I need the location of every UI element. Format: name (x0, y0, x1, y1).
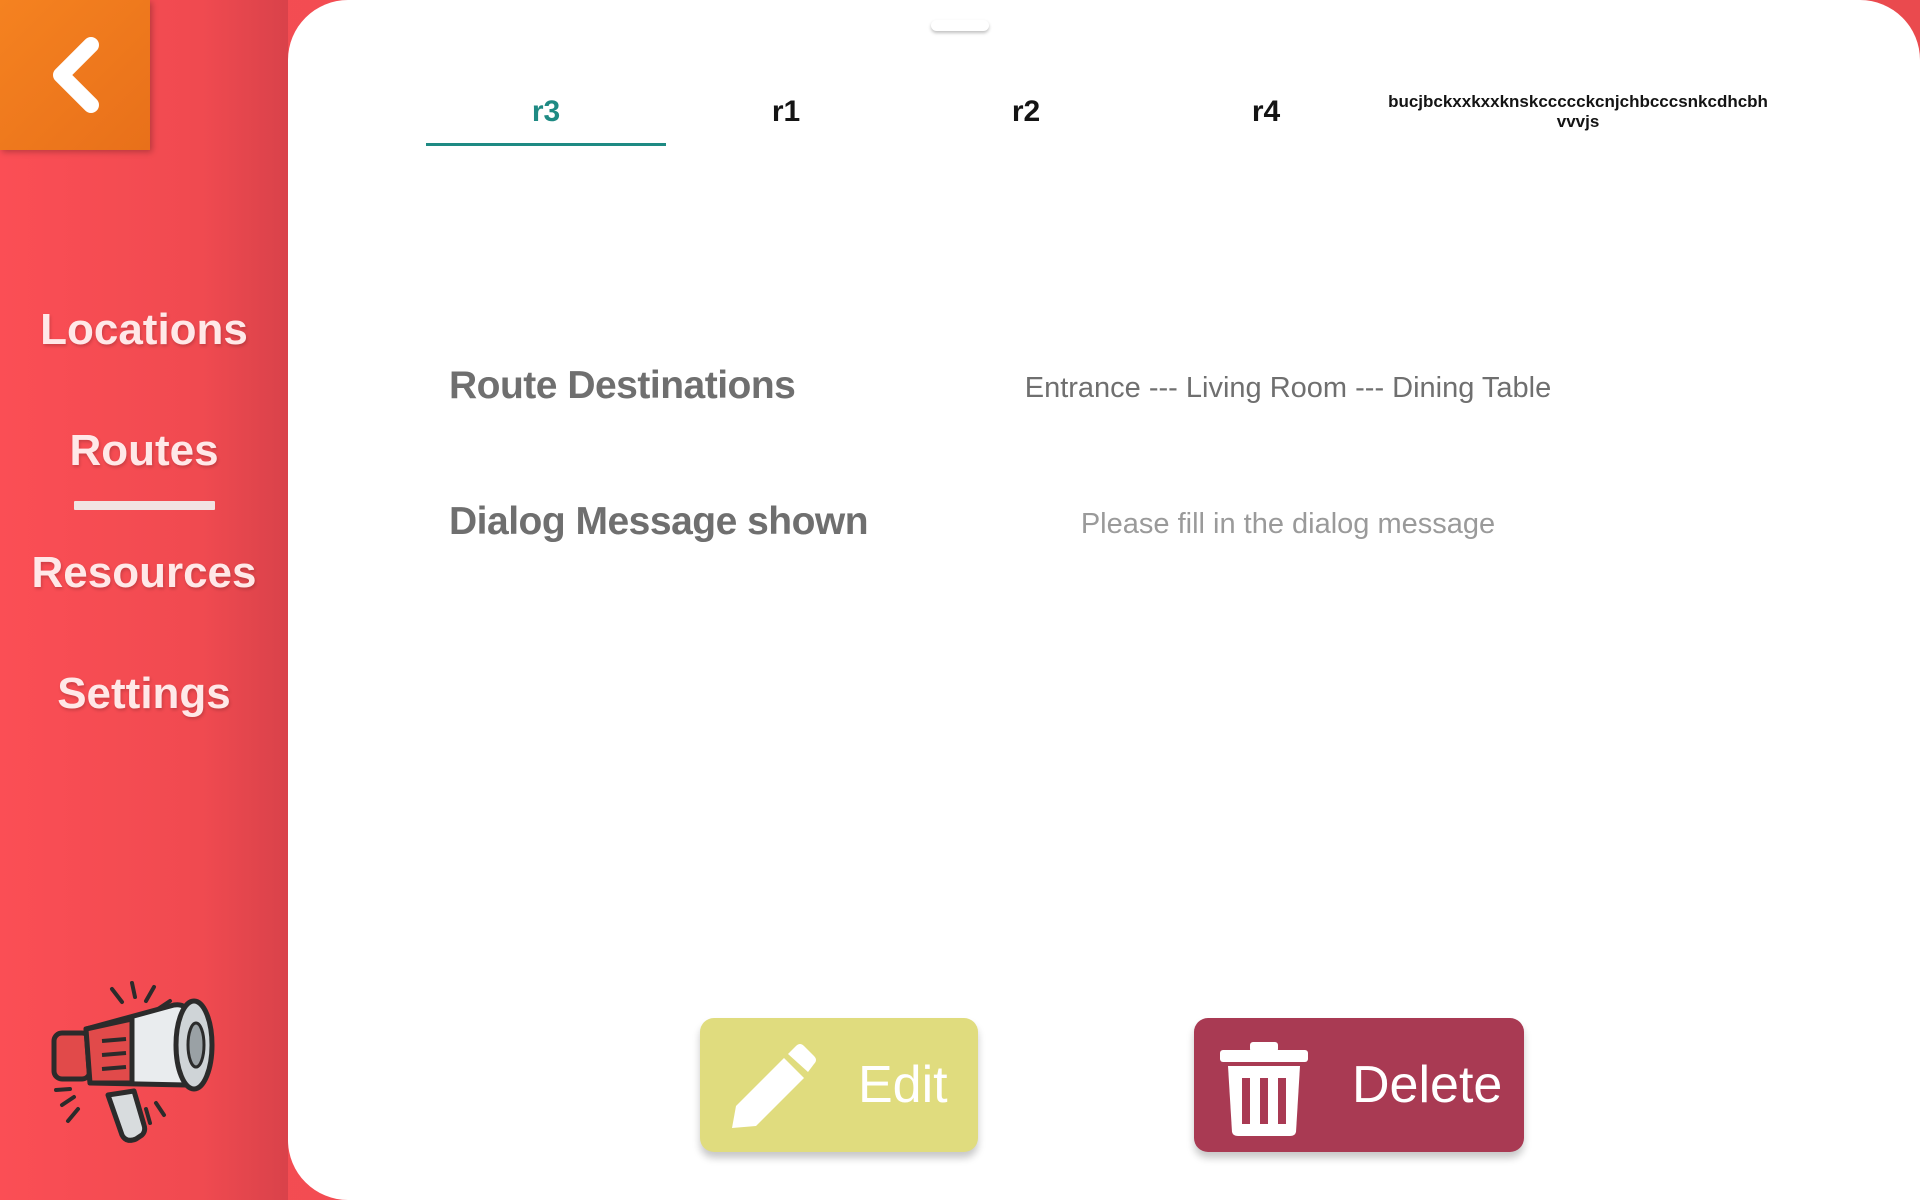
trash-icon (1220, 1042, 1308, 1136)
delete-label: Delete (1352, 1056, 1503, 1114)
megaphone-icon[interactable] (46, 975, 226, 1150)
tab-long-route[interactable]: bucjbckxxkxxknskccccckcnjchbcccsnkcdhcbh… (1388, 80, 1768, 144)
route-destinations-label: Route Destinations (449, 364, 796, 407)
tab-r1[interactable]: r1 (666, 80, 906, 144)
delete-button[interactable]: Delete (1194, 1018, 1524, 1152)
back-button[interactable] (0, 0, 150, 150)
sidebar-item-locations[interactable]: Locations (0, 305, 288, 355)
dialog-message-label: Dialog Message shown (449, 500, 869, 543)
tab-r2[interactable]: r2 (906, 80, 1146, 144)
tab-r4[interactable]: r4 (1146, 80, 1386, 144)
main-panel: r3 r1 r2 r4 bucjbckxxkxxknskccccckcnjchb… (288, 0, 1920, 1200)
drag-handle[interactable] (931, 20, 989, 31)
dialog-message-placeholder[interactable]: Please fill in the dialog message (938, 508, 1638, 541)
pencil-icon (732, 1044, 816, 1128)
sidebar-item-routes[interactable]: Routes (0, 426, 288, 476)
chevron-left-icon (53, 37, 99, 113)
sidebar-item-settings[interactable]: Settings (0, 669, 288, 719)
edit-button[interactable]: Edit (700, 1018, 978, 1152)
sidebar-active-indicator (74, 501, 215, 510)
edit-label: Edit (858, 1056, 948, 1114)
sidebar: Locations Routes Resources Settings (0, 0, 288, 1200)
sidebar-item-resources[interactable]: Resources (0, 548, 288, 598)
active-tab-indicator (426, 143, 666, 146)
route-destinations-value: Entrance --- Living Room --- Dining Tabl… (1024, 372, 1552, 404)
tab-r3[interactable]: r3 (426, 80, 666, 144)
